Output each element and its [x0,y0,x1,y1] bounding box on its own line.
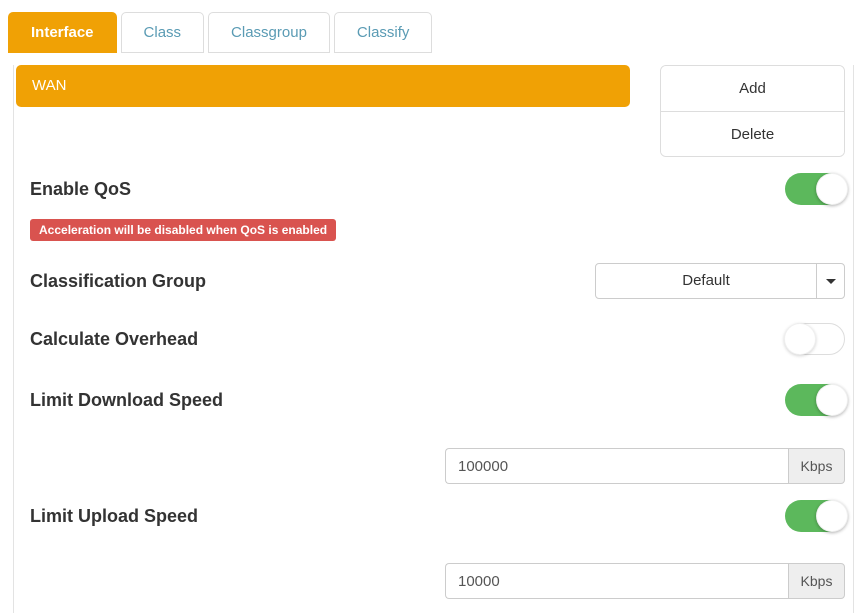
interface-action-buttons: Add Delete [660,65,845,157]
chevron-down-icon [826,279,836,284]
limit-upload-label: Limit Upload Speed [16,506,198,527]
enable-qos-toggle[interactable] [785,173,845,205]
toggle-knob [816,173,848,205]
limit-upload-toggle[interactable] [785,500,845,532]
tab-classify[interactable]: Classify [334,12,433,53]
limit-download-toggle[interactable] [785,384,845,416]
interface-list-item-wan[interactable]: WAN [16,65,630,107]
toggle-knob [784,323,816,355]
calculate-overhead-toggle[interactable] [785,323,845,355]
toggle-knob [816,384,848,416]
calculate-overhead-row: Calculate Overhead [16,323,845,355]
upload-speed-unit: Kbps [788,563,845,599]
classification-group-select[interactable]: Default [595,263,845,299]
tab-content-panel: WAN Add Delete Enable QoS Acceleration w… [13,65,854,613]
enable-qos-row: Enable QoS [16,173,845,205]
upload-speed-input[interactable] [445,563,788,599]
tab-bar: Interface Class Classgroup Classify [0,0,858,53]
classification-group-value: Default [596,264,816,298]
upload-speed-input-group: Kbps [445,563,845,599]
enable-qos-label: Enable QoS [16,179,131,200]
qos-warning-row: Acceleration will be disabled when QoS i… [16,219,845,241]
limit-download-label: Limit Download Speed [16,390,223,411]
tab-class[interactable]: Class [121,12,205,53]
qos-warning-badge: Acceleration will be disabled when QoS i… [30,219,336,241]
calculate-overhead-label: Calculate Overhead [16,329,198,350]
dropdown-caret-button[interactable] [816,264,844,298]
classification-group-label: Classification Group [16,271,206,292]
tab-interface[interactable]: Interface [8,12,117,53]
interface-actions-row: WAN Add Delete [16,65,845,157]
download-speed-input-row: Kbps [16,448,845,484]
toggle-knob [816,500,848,532]
limit-upload-row: Limit Upload Speed [16,500,845,532]
upload-speed-input-row: Kbps [16,563,845,599]
limit-download-row: Limit Download Speed [16,384,845,416]
delete-button[interactable]: Delete [661,111,844,156]
classification-group-row: Classification Group Default [16,263,845,299]
download-speed-input-group: Kbps [445,448,845,484]
tab-classgroup[interactable]: Classgroup [208,12,330,53]
add-button[interactable]: Add [661,66,844,111]
download-speed-input[interactable] [445,448,788,484]
download-speed-unit: Kbps [788,448,845,484]
